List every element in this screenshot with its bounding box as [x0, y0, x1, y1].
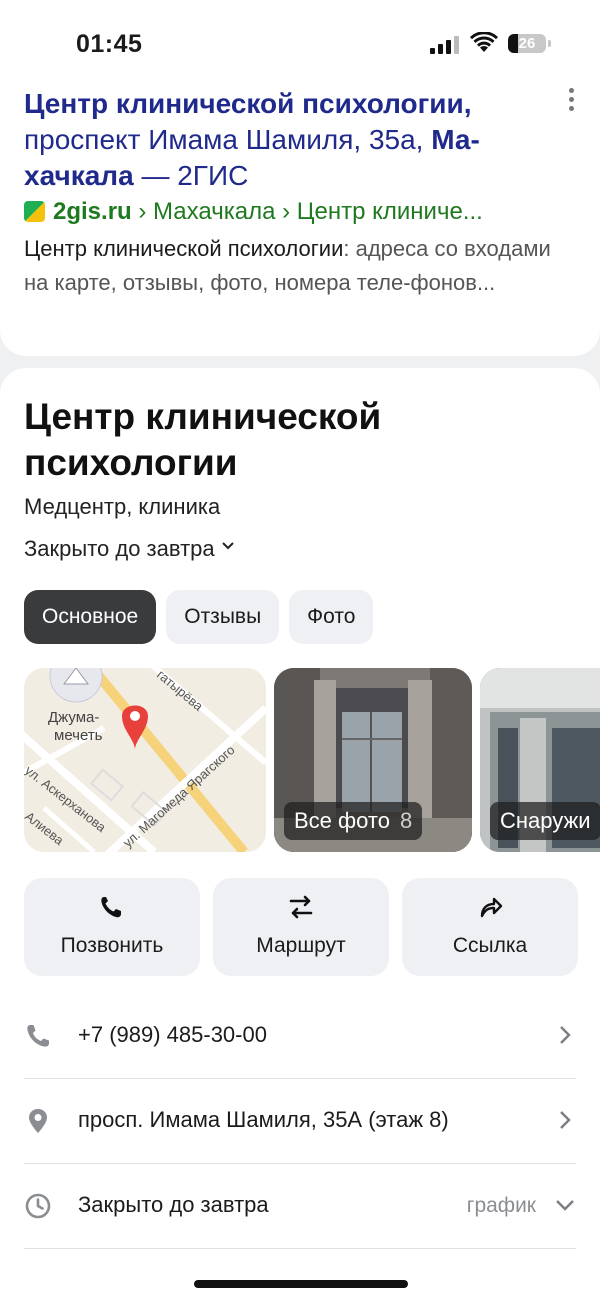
map-preview[interactable]: Джума- мечеть ул. Аскерханова Алиева ул.…	[24, 668, 266, 852]
snippet-breadcrumb: › Махачкала › Центр клиниче...	[138, 198, 483, 225]
call-button-label: Позвонить	[60, 934, 164, 957]
org-category: Медцентр, клиника	[24, 494, 221, 519]
route-button[interactable]: Маршрут	[213, 878, 389, 976]
organization-card: Центр клинической психологии Медцентр, к…	[0, 368, 600, 1300]
status-time: 01:45	[76, 30, 143, 58]
share-link-button-label: Ссылка	[452, 934, 528, 957]
hours-text: Закрыто до завтра	[78, 1192, 269, 1217]
share-link-button[interactable]: Ссылка	[402, 878, 578, 976]
all-photos-badge: Все фото 8	[284, 802, 423, 840]
org-name: Центр клинической психологии	[24, 396, 382, 483]
snippet-title-highlight: хачкала	[24, 160, 134, 191]
snippet-title-link[interactable]: Центр клинической психологии, проспект И…	[24, 86, 554, 194]
hours-row[interactable]: Закрыто до завтра график	[24, 1164, 576, 1249]
clock-icon	[25, 1193, 51, 1219]
tab-photos[interactable]: Фото	[289, 590, 374, 644]
snippet-desc-highlight: Центр клинической психологии	[24, 236, 344, 261]
snippet-title-highlight: Центр клинической психологии,	[24, 88, 472, 119]
snippet-domain: 2gis.ru	[53, 198, 132, 225]
battery-icon: 26	[508, 34, 546, 53]
photos-label: Все фото	[294, 808, 390, 833]
media-gallery: Джума- мечеть ул. Аскерханова Алиева ул.…	[24, 668, 600, 852]
battery-tip	[548, 40, 551, 47]
call-button[interactable]: Позвонить	[24, 878, 200, 976]
tab-reviews[interactable]: Отзывы	[166, 590, 280, 644]
chevron-down-icon	[556, 1200, 574, 1211]
chevron-right-icon	[560, 1111, 571, 1129]
tab-bar: Основное Отзывы Фото	[24, 590, 374, 644]
photo-all[interactable]: Все фото 8	[274, 668, 472, 852]
cellular-signal-icon	[430, 36, 462, 54]
chevron-right-icon	[560, 1026, 571, 1044]
snippet-title-text: проспект Имама Шамиля, 35а,	[24, 124, 424, 155]
battery-level: 26	[518, 35, 536, 52]
snippet-description: Центр клинической психологии: адреса со …	[24, 232, 574, 300]
address-text: просп. Имама Шамиля, 35А (этаж 8)	[78, 1107, 449, 1132]
phone-icon	[101, 897, 121, 918]
more-options-icon[interactable]	[566, 88, 576, 114]
schedule-link[interactable]: график	[467, 1194, 536, 1218]
action-buttons: Позвонить Маршрут Ссылка	[24, 878, 578, 976]
phone-row[interactable]: +7 (989) 485-30-00	[24, 994, 576, 1079]
snippet-title-text: — 2ГИС	[141, 160, 249, 191]
snippet-url[interactable]: 2gis.ru › Махачкала › Центр клиниче...	[24, 198, 584, 226]
share-icon	[480, 897, 503, 918]
org-hours-toggle[interactable]: Закрыто до завтра	[24, 536, 235, 562]
tab-main[interactable]: Основное	[24, 590, 157, 644]
exterior-photos-badge: Снаружи	[490, 802, 600, 840]
info-list: +7 (989) 485-30-00 просп. Имама Шамиля, …	[24, 994, 576, 1249]
status-bar: 01:45 26	[0, 0, 600, 80]
photos-count: 8	[399, 808, 413, 833]
route-button-label: Маршрут	[256, 934, 346, 957]
photo-exterior[interactable]: Снаружи	[480, 668, 600, 852]
search-result-snippet: Центр клинической психологии, проспект И…	[0, 80, 600, 356]
address-row[interactable]: просп. Имама Шамиля, 35А (этаж 8)	[24, 1079, 576, 1164]
home-indicator[interactable]	[194, 1280, 408, 1288]
phone-number: +7 (989) 485-30-00	[78, 1022, 267, 1047]
map-roads: Джума- мечеть ул. Аскерханова Алиева ул.…	[24, 668, 266, 852]
map-label: мечеть	[54, 727, 103, 744]
chevron-down-icon	[221, 542, 234, 550]
location-pin-icon	[29, 1109, 47, 1133]
snippet-title-highlight: Ма-	[431, 124, 480, 155]
org-hours-text: Закрыто до завтра	[24, 536, 215, 561]
map-label: Джума-	[48, 709, 99, 726]
phone-icon	[27, 1025, 49, 1047]
wifi-icon	[470, 32, 498, 52]
photos-label: Снаружи	[500, 808, 591, 833]
route-icon	[289, 895, 313, 919]
2gis-favicon-icon	[24, 201, 45, 222]
